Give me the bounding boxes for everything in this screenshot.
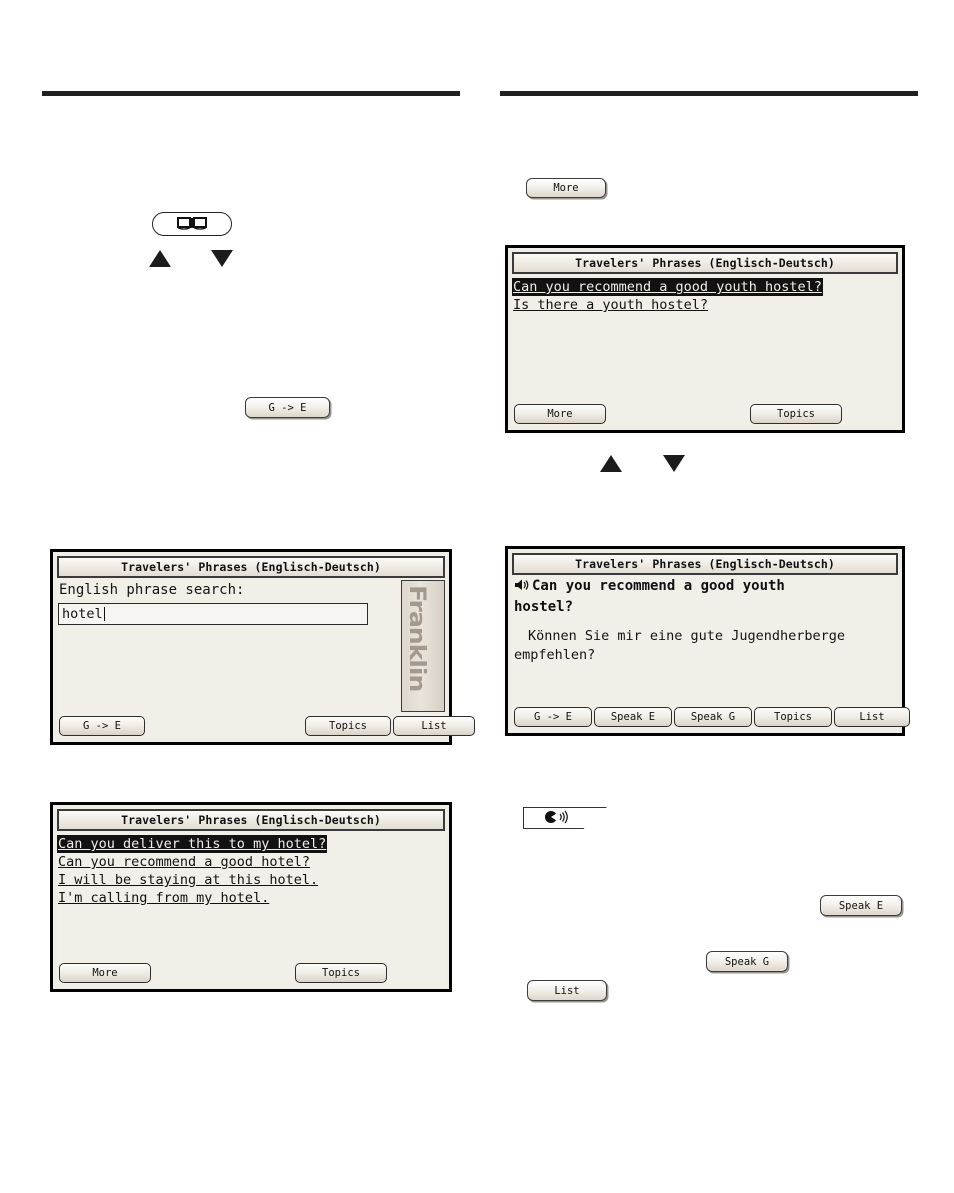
list-item[interactable]: I will be staying at this hotel. [57,869,445,888]
screen-phrase-search: Travelers' Phrases (Englisch-Deutsch) En… [50,549,475,745]
english-phrase-line2: hostel? [514,599,574,615]
softbutton-more[interactable]: More [59,963,151,983]
softbutton-more[interactable]: More [514,404,606,424]
screen-hostel-list: Travelers' Phrases (Englisch-Deutsch) Ca… [505,245,905,433]
softbutton-speak-g[interactable]: Speak G [674,707,752,727]
softbutton-topics[interactable]: Topics [295,963,387,983]
screen-title: Travelers' Phrases (Englisch-Deutsch) [57,809,445,831]
softbutton-topics[interactable]: Topics [305,716,391,736]
list-item[interactable]: Is there a youth hostel? [512,294,898,313]
screen-hotel-results: Travelers' Phrases (Englisch-Deutsch) Ca… [50,802,452,992]
screen-body: Can you deliver this to my hotel? Can yo… [57,833,445,959]
german-phrase-line1: Können Sie mir eine gute Jugendherberge [528,628,845,644]
more-key-button[interactable]: More [526,178,606,198]
screen-translation: Travelers' Phrases (Englisch-Deutsch) Ca… [505,546,910,736]
speak-e-key-label: Speak E [838,899,884,912]
softbutton-topics[interactable]: Topics [750,404,842,424]
softbutton-ge[interactable]: G -> E [59,716,145,736]
scrollbar[interactable]: Franklin [401,580,445,712]
list-item[interactable]: Can you recommend a good youth hostel? [512,276,898,296]
speaker-icon [543,810,573,827]
german-phrase-line2: empfehlen? [514,647,596,663]
text-caret [103,607,106,621]
arrow-down-icon[interactable] [663,455,685,472]
speak-e-key-button[interactable]: Speak E [820,895,902,916]
screen-soft-buttons: More Topics [57,963,445,985]
english-phrase-line1: Can you recommend a good youth [532,578,785,594]
screen-title: Travelers' Phrases (Englisch-Deutsch) [512,553,898,575]
softbutton-ge[interactable]: G -> E [514,707,592,727]
more-key-label: More [553,182,579,194]
speaker-key-button[interactable] [523,807,607,829]
speak-g-key-button[interactable]: Speak G [706,951,788,972]
arrow-up-icon[interactable] [149,250,171,267]
screen-body: Can you recommend a good youth hostel? K… [512,577,898,703]
book-icon [177,216,207,233]
list-key-button[interactable]: List [527,980,607,1001]
softbutton-topics[interactable]: Topics [754,707,832,727]
search-input-value: hotel [62,606,103,622]
ge-key-label: G -> E [268,401,307,414]
softbutton-list[interactable]: List [834,707,910,727]
screen-title: Travelers' Phrases (Englisch-Deutsch) [512,252,898,274]
softbutton-list[interactable]: List [393,716,475,736]
screen-soft-buttons: More Topics [512,404,898,426]
search-input[interactable]: hotel [58,603,368,625]
screen-soft-buttons: G -> E Topics List [57,716,475,738]
ge-key-button[interactable]: G -> E [245,397,330,418]
screen-body: English phrase search: hotel Franklin [57,580,445,712]
screen-soft-buttons: G -> E Speak E Speak G Topics List [512,707,910,729]
speaker-small-icon [514,578,532,598]
franklin-watermark: Franklin [404,585,429,692]
list-item[interactable]: Can you recommend a good hotel? [57,851,445,870]
search-prompt: English phrase search: [59,582,245,598]
list-key-label: List [554,984,580,997]
header-rule-left [42,91,460,96]
list-item[interactable]: I'm calling from my hotel. [57,887,445,906]
softbutton-speak-e[interactable]: Speak E [594,707,672,727]
header-rule-right [500,91,918,96]
screen-title: Travelers' Phrases (Englisch-Deutsch) [57,556,445,578]
list-item[interactable]: Can you deliver this to my hotel? [57,833,445,853]
arrow-up-icon[interactable] [600,455,622,472]
arrow-down-icon[interactable] [211,250,233,267]
book-key-button[interactable] [152,212,232,236]
speak-g-key-label: Speak G [724,955,770,968]
english-phrase: Can you recommend a good youth [512,577,898,598]
screen-body: Can you recommend a good youth hostel? I… [512,276,898,400]
